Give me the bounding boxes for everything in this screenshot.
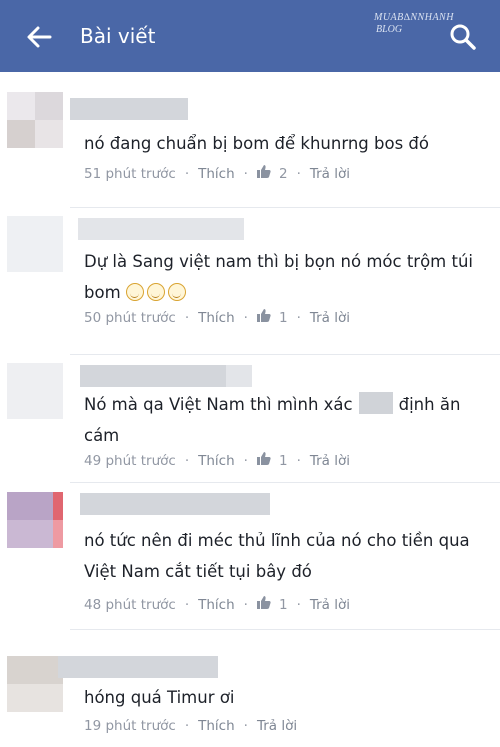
author-name-redacted[interactable] <box>58 656 218 678</box>
like-button[interactable]: Thích <box>198 718 235 734</box>
comment-text: Nó mà qa Việt Nam thì mình xác định ăn cá… <box>84 389 484 451</box>
comment-meta: 49 phút trước · Thích · 1 · Trả lời <box>84 452 350 469</box>
comment-meta: 48 phút trước · Thích · 1 · Trả lời <box>84 596 350 613</box>
author-name-redacted[interactable] <box>78 218 244 240</box>
thumbs-up-icon <box>256 596 271 609</box>
comment-item: hóng quá Timur ơi 19 phút trước · Thích · Tr… <box>0 630 500 747</box>
comment-text: nó đang chuẩn bị bom để khunrng bos đó <box>84 134 429 153</box>
comment-meta: 50 phút trước · Thích · 1 · Trả lời <box>84 309 350 326</box>
avatar[interactable] <box>7 492 63 548</box>
smile-emoji-icon <box>125 283 144 301</box>
comment-item: nó tức nên đi méc thủ lĩnh của nó cho ti… <box>0 483 500 630</box>
author-name-redacted <box>226 365 252 387</box>
comment-text-part1: Nó mà qa Việt Nam thì mình xác <box>84 395 353 414</box>
author-name-redacted[interactable] <box>80 365 226 387</box>
reply-button[interactable]: Trả lời <box>310 453 350 469</box>
like-count: 1 <box>278 453 288 469</box>
like-count: 1 <box>278 310 288 326</box>
page-title: Bài viết <box>80 24 156 48</box>
comment-item: Dự là Sang việt nam thì bị bọn nó móc tr… <box>0 208 500 355</box>
avatar[interactable] <box>7 92 63 148</box>
avatar[interactable] <box>7 363 63 419</box>
like-button[interactable]: Thích <box>198 166 235 182</box>
comment-text: Dự là Sang việt nam thì bị bọn nó móc tr… <box>84 246 484 308</box>
thumbs-up-icon <box>256 309 271 322</box>
comment-text: nó tức nên đi méc thủ lĩnh của nó cho ti… <box>84 531 475 581</box>
comment-time: 50 phút trước <box>84 310 176 326</box>
reply-button[interactable]: Trả lời <box>310 310 350 326</box>
like-count: 2 <box>278 166 288 182</box>
comment-list: nó đang chuẩn bị bom để khunrng bos đó 5… <box>0 72 500 747</box>
reply-button[interactable]: Trả lời <box>257 718 297 734</box>
back-arrow-icon[interactable] <box>26 24 52 50</box>
author-name-redacted[interactable] <box>80 493 270 515</box>
comment-time: 48 phút trước <box>84 597 176 613</box>
redacted-word <box>358 392 393 414</box>
reply-button[interactable]: Trả lời <box>310 597 350 613</box>
author-name-redacted[interactable] <box>70 98 188 120</box>
like-button[interactable]: Thích <box>198 310 235 326</box>
like-count: 1 <box>278 597 288 613</box>
thumbs-up-icon <box>256 452 271 465</box>
comment-time: 49 phút trước <box>84 453 176 469</box>
smile-emoji-icon <box>146 283 165 301</box>
comment-text: hóng quá Timur ơi <box>84 688 235 707</box>
comment-meta: 51 phút trước · Thích · 2 · Trả lời <box>84 165 350 182</box>
thumbs-up-icon <box>256 165 271 178</box>
smile-emoji-icon <box>167 283 186 301</box>
search-icon[interactable] <box>448 22 478 52</box>
comment-item: nó đang chuẩn bị bom để khunrng bos đó 5… <box>0 72 500 208</box>
like-button[interactable]: Thích <box>198 453 235 469</box>
comment-meta: 19 phút trước · Thích · Trả lời <box>84 718 298 734</box>
avatar[interactable] <box>7 216 63 272</box>
top-bar: Bài viết MUAB∆NNHANH BLOG <box>0 0 500 72</box>
comment-time: 19 phút trước <box>84 718 176 734</box>
reply-button[interactable]: Trả lời <box>310 166 350 182</box>
avatar[interactable] <box>7 656 63 712</box>
like-button[interactable]: Thích <box>198 597 235 613</box>
comment-time: 51 phút trước <box>84 166 176 182</box>
